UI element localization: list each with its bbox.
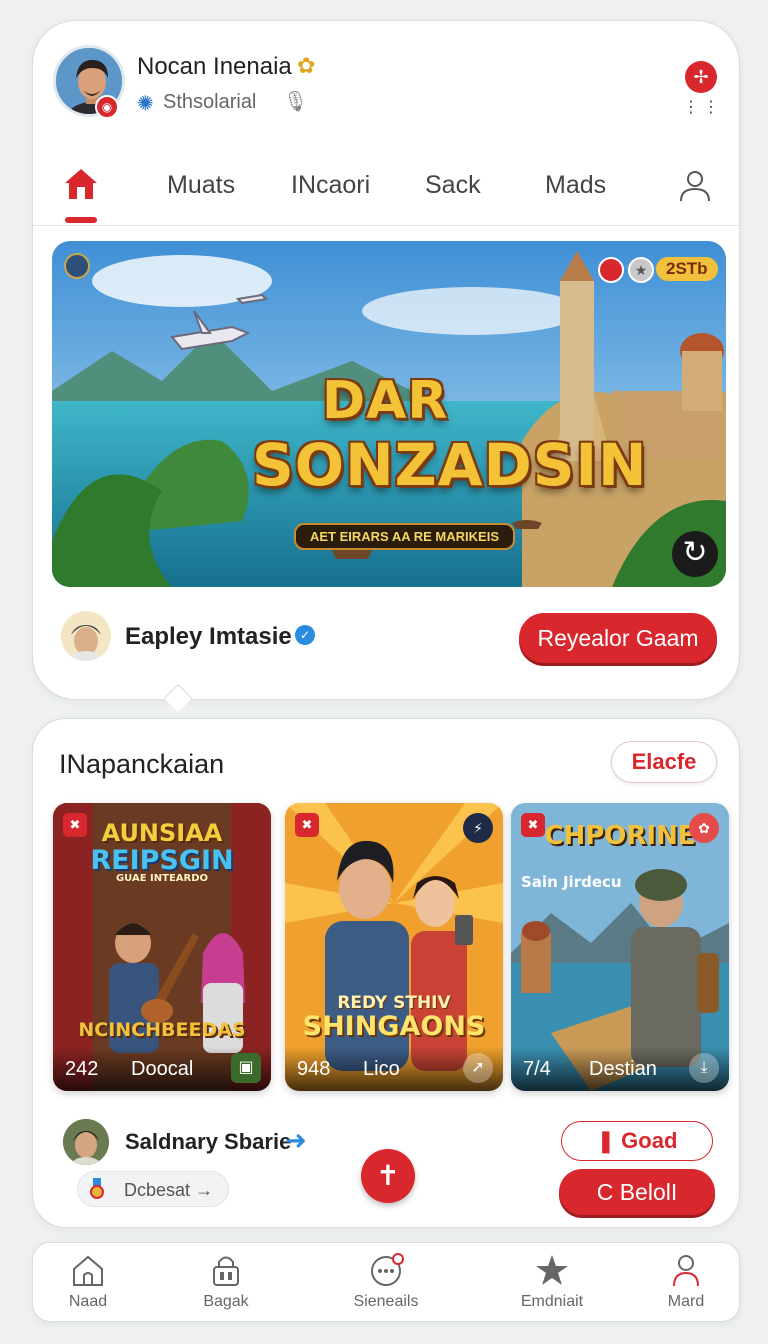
home-outline-icon	[73, 1255, 103, 1286]
tab-muats[interactable]: Muats	[167, 171, 235, 200]
lock-bag-icon	[213, 1256, 239, 1286]
game-badge-icon: ✖	[295, 813, 319, 837]
live-badge-icon	[598, 257, 624, 283]
streamer-name: Saldnary Sbarie	[125, 1129, 292, 1154]
game-badge-icon-right: ✿	[689, 813, 719, 843]
game-label: Lico	[363, 1058, 400, 1080]
user-name: Nocan Inenaia	[137, 53, 292, 80]
game-art-title: REDY STHIV	[337, 993, 451, 1013]
game-label: Destian	[589, 1058, 657, 1080]
tabs-divider	[33, 225, 739, 226]
tab-sack[interactable]: Sack	[425, 171, 481, 200]
mic-icon: 🎙	[283, 91, 309, 113]
nav-label: Emdniait	[520, 1293, 584, 1310]
nav-item-naad[interactable]: Naad	[33, 1253, 143, 1311]
hero-tagline: AET EIRARS AA RE MARIKEIS	[294, 523, 515, 550]
avatar-badge-icon: ◉	[95, 95, 119, 119]
user-icon[interactable]	[677, 167, 713, 203]
featured-card: ◉ Nocan Inenaia ✿ ✺ Sthsolarial 🎙 ✢ ⋮⋮ M…	[32, 20, 740, 700]
hero-title-line1: DAR	[322, 371, 449, 431]
person-icon	[673, 1255, 699, 1287]
badge-icon: ✺	[137, 93, 154, 115]
subscribe-chip[interactable]: Dcbesat →	[77, 1171, 229, 1207]
game-art-subtitle: GUAE INTEARDO	[115, 873, 209, 884]
section-title: INapanckaian	[59, 749, 225, 779]
verified-icon: ✓	[295, 625, 315, 645]
nav-label: Sieneails	[353, 1293, 419, 1310]
bolt-icon: ⚡	[463, 813, 493, 843]
more-options-icon[interactable]: ⋮⋮	[683, 97, 723, 117]
game-logo-icon	[64, 253, 90, 279]
tab-incaori[interactable]: INcaori	[291, 171, 370, 200]
tab-mads[interactable]: Mads	[545, 171, 606, 200]
notification-button[interactable]: ✢	[685, 61, 717, 93]
game-thumb-icon: ▣	[231, 1053, 261, 1083]
recommendations-section: INapanckaian Elacfe AUNSIAA REIPSGIN GUA…	[32, 718, 740, 1228]
active-tab-indicator	[65, 217, 97, 223]
share-arrow-icon[interactable]: ➚	[463, 1053, 493, 1083]
download-icon[interactable]: ⤓	[689, 1053, 719, 1083]
arrow-right-icon[interactable]: ➜	[285, 1125, 307, 1156]
nav-label: Mard	[667, 1293, 705, 1310]
game-count: 242	[65, 1058, 99, 1080]
viewer-count-badge: 2STb	[656, 257, 718, 281]
chat-bubble-icon	[371, 1253, 404, 1286]
game-art-title: AUNSIAA	[101, 819, 223, 847]
game-art-title-2: SHINGAONS	[302, 1011, 486, 1042]
game-art-footer-title: NCINCHBEEDAS	[78, 1019, 246, 1041]
flower-icon: ✿	[297, 53, 316, 78]
nav-item-sieneails[interactable]: Sieneails	[331, 1253, 441, 1311]
featured-game-banner[interactable]: ★ 2STb DAR SONZADSIN AET EIRARS AA RE MA…	[52, 241, 726, 587]
nav-label: Bagak	[203, 1293, 249, 1310]
play-game-button[interactable]: Reyealor Gaam	[519, 613, 717, 663]
hero-title-line2: SONZADSIN	[252, 431, 648, 499]
game-label: Doocal	[131, 1058, 194, 1080]
add-button[interactable]: ✝	[361, 1149, 415, 1203]
game-card[interactable]: REDY STHIV SHINGAONS ✖ ⚡ 948 Lico ➚	[285, 803, 503, 1091]
follow-button[interactable]: ❚ Goad	[561, 1121, 713, 1161]
bottom-navigation: Naad Bagak Sieneails Emdniait Mard	[32, 1242, 740, 1322]
refresh-icon[interactable]: ↻	[672, 531, 718, 577]
game-count: 7/4	[523, 1058, 551, 1080]
streamer-avatar[interactable]	[63, 1119, 109, 1165]
game-badge-icon: ✖	[521, 813, 545, 837]
game-count: 948	[297, 1058, 331, 1080]
nav-item-emdniait[interactable]: Emdniait	[497, 1253, 607, 1311]
creator-avatar[interactable]	[61, 611, 111, 661]
game-art-title-2: REIPSGIN	[90, 845, 234, 876]
home-icon[interactable]	[63, 167, 99, 201]
creator-name: Eapley Imtasie	[125, 623, 292, 650]
star-badge-icon: ★	[628, 257, 654, 283]
nav-item-bagak[interactable]: Bagak	[171, 1253, 281, 1311]
game-badge-icon: ✖	[63, 813, 87, 837]
user-subtitle: Sthsolarial	[163, 91, 257, 113]
chip-label: Dcbesat →	[124, 1180, 214, 1200]
medal-icon	[90, 1178, 104, 1199]
star-icon	[536, 1255, 568, 1285]
join-button[interactable]: C BelolI	[559, 1169, 715, 1215]
section-action-button[interactable]: Elacfe	[611, 741, 717, 783]
game-card[interactable]: AUNSIAA REIPSGIN GUAE INTEARDO NCINCHBEE…	[53, 803, 271, 1091]
nav-item-mard[interactable]: Mard	[631, 1253, 741, 1311]
game-art-subtitle: Sain Jirdecu	[521, 873, 622, 891]
nav-label: Naad	[68, 1293, 108, 1310]
game-card[interactable]: CHPORINE Sain Jirdecu ✖ ✿ 7/4 Destian ⤓	[511, 803, 729, 1091]
